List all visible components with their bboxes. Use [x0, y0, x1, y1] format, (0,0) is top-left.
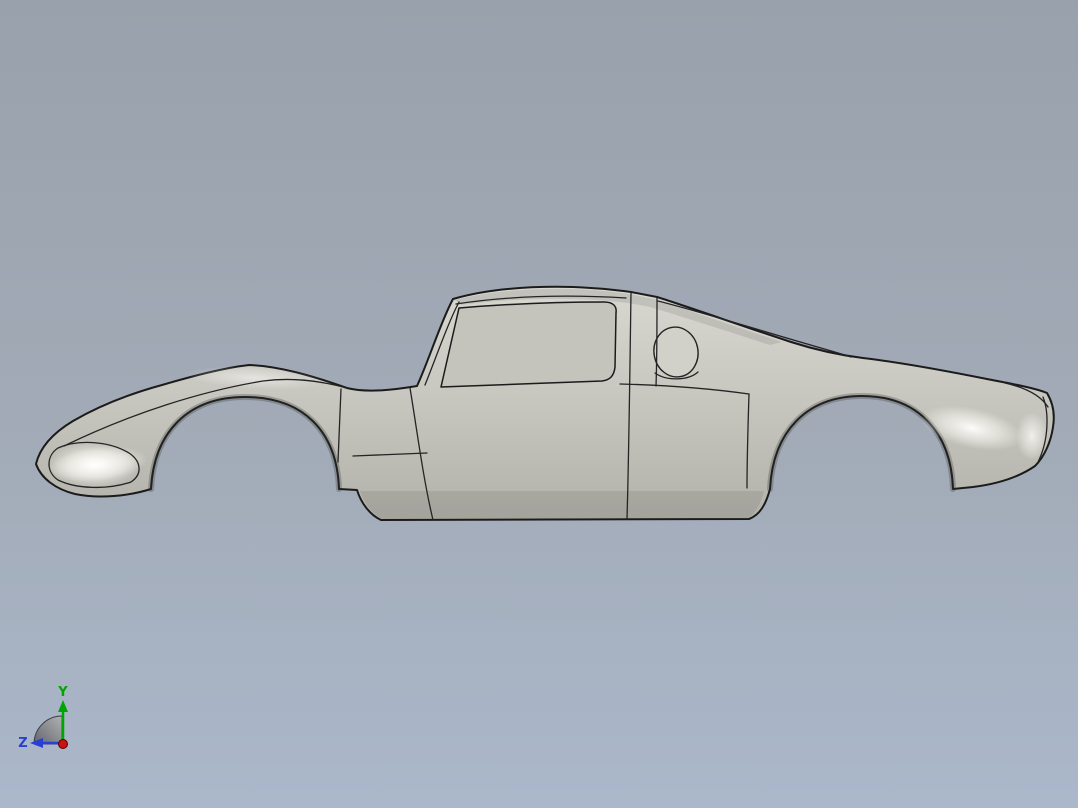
- y-axis-label: Y: [57, 685, 68, 700]
- model-canvas[interactable]: Y Z: [0, 0, 1078, 808]
- tail-highlight: [1016, 412, 1048, 460]
- z-axis-label: Z: [18, 736, 27, 751]
- side-window: [441, 302, 616, 387]
- cad-viewport[interactable]: Y Z: [0, 0, 1078, 808]
- x-axis-origin-dot[interactable]: [59, 740, 68, 749]
- rocker-shade: [360, 491, 764, 519]
